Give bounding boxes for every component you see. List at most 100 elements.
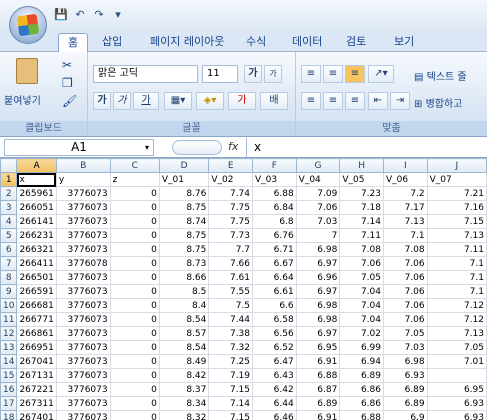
cell[interactable]: 6.91 (295, 354, 341, 369)
cell[interactable]: 6.71 (252, 242, 297, 257)
cell[interactable]: 7.14 (339, 214, 384, 229)
bold-button[interactable]: 가 (93, 92, 111, 110)
cell[interactable]: z (109, 172, 160, 187)
cell[interactable]: 7.03 (295, 214, 341, 229)
cell[interactable]: 7.13 (426, 326, 487, 341)
cell[interactable]: 0 (109, 242, 160, 257)
row-header[interactable]: 10 (0, 298, 18, 313)
align-middle-button[interactable]: ≡ (323, 65, 343, 83)
cell[interactable]: 265961 (16, 186, 57, 201)
cell[interactable]: 6.64 (252, 270, 297, 285)
cell[interactable]: 3776073 (55, 298, 111, 313)
cell[interactable]: 7.01 (426, 354, 487, 369)
row-header[interactable]: 4 (0, 214, 18, 229)
cell[interactable]: 0 (109, 284, 160, 299)
cell[interactable]: 6.96 (295, 270, 341, 285)
cell[interactable]: 6.84 (252, 200, 297, 215)
cell[interactable]: 7.44 (208, 312, 254, 327)
row-header[interactable]: 17 (0, 396, 18, 411)
cell[interactable]: 266591 (16, 284, 57, 299)
cell[interactable]: 3776073 (55, 242, 111, 257)
cell[interactable]: 6.6 (252, 298, 297, 313)
formula-input[interactable]: x (254, 140, 261, 154)
cell[interactable]: 8.66 (158, 270, 210, 285)
shrink-font-button[interactable]: 가 (264, 65, 282, 83)
cell[interactable]: 3776073 (55, 382, 111, 397)
row-header[interactable]: 2 (0, 186, 18, 201)
cell[interactable]: 0 (109, 298, 160, 313)
wrap-text-button[interactable]: ▤ 텍스트 줄 (414, 68, 487, 83)
cell[interactable]: 3776073 (55, 396, 111, 411)
align-bottom-button[interactable]: ≡ (345, 65, 365, 83)
cell[interactable]: 6.89 (295, 396, 341, 411)
cell[interactable]: 8.4 (158, 298, 210, 313)
row-header[interactable]: 12 (0, 326, 18, 341)
font-size-select[interactable]: 11 (202, 65, 238, 83)
column-header-f[interactable]: F (252, 158, 297, 173)
paste-button[interactable]: 붙여넣기 (4, 92, 41, 107)
cell[interactable]: 266051 (16, 200, 57, 215)
cell[interactable]: 6.97 (295, 326, 341, 341)
cell[interactable]: 7.1 (426, 256, 487, 271)
row-header[interactable]: 1 (0, 172, 18, 187)
font-color-button[interactable]: 가 (228, 92, 256, 110)
cell[interactable]: V_07 (426, 172, 487, 187)
cell[interactable]: 8.34 (158, 396, 210, 411)
align-center-button[interactable]: ≡ (323, 92, 343, 110)
cell[interactable]: 3776073 (55, 326, 111, 341)
cell[interactable]: 8.5 (158, 284, 210, 299)
cell[interactable]: 6.98 (295, 242, 341, 257)
tab-home[interactable]: 홈 (58, 33, 88, 52)
cell[interactable]: 7.05 (339, 270, 384, 285)
cell[interactable]: 7.12 (426, 312, 487, 327)
cell[interactable]: 6.98 (295, 312, 341, 327)
cell[interactable]: 7.18 (339, 200, 384, 215)
cell[interactable]: 266321 (16, 242, 57, 257)
cell[interactable]: 7.04 (339, 312, 384, 327)
cell[interactable]: 7.05 (426, 340, 487, 355)
row-header[interactable]: 13 (0, 340, 18, 355)
cell[interactable]: 7.15 (426, 214, 487, 229)
cell[interactable]: 6.99 (339, 340, 384, 355)
cell[interactable]: 7.06 (339, 256, 384, 271)
cell[interactable]: 266501 (16, 270, 57, 285)
decrease-indent-button[interactable]: ⇤ (368, 92, 388, 110)
cut-icon[interactable]: ✂ (62, 58, 72, 72)
cell[interactable]: 7.15 (208, 410, 254, 420)
cell[interactable]: V_05 (339, 172, 384, 187)
cell[interactable]: 266861 (16, 326, 57, 341)
cell[interactable]: V_04 (295, 172, 341, 187)
cell[interactable]: 267401 (16, 410, 57, 420)
column-header-b[interactable]: B (55, 158, 111, 173)
cell[interactable]: 6.88 (295, 368, 341, 383)
cell[interactable]: 8.37 (158, 382, 210, 397)
increase-indent-button[interactable]: ⇥ (390, 92, 410, 110)
cell[interactable]: 7.73 (208, 228, 254, 243)
cell[interactable]: 266681 (16, 298, 57, 313)
format-painter-icon[interactable]: 🖌 (62, 94, 77, 108)
cell[interactable]: V_01 (158, 172, 210, 187)
tab-view[interactable]: 보기 (394, 33, 414, 52)
column-header-h[interactable]: H (339, 158, 384, 173)
cell[interactable]: x (16, 172, 57, 187)
cell[interactable]: 6.89 (382, 396, 428, 411)
save-icon[interactable]: 💾 (54, 8, 68, 22)
customize-qat-icon[interactable]: ▾ (111, 8, 125, 22)
cell[interactable]: 6.93 (426, 396, 487, 411)
cell[interactable]: 8.42 (158, 368, 210, 383)
cell[interactable]: 7.61 (208, 270, 254, 285)
cell[interactable]: 0 (109, 200, 160, 215)
cell[interactable]: 266951 (16, 340, 57, 355)
cell[interactable]: 6.46 (252, 410, 297, 420)
cell[interactable]: 6.86 (339, 396, 384, 411)
cell[interactable]: 266231 (16, 228, 57, 243)
orientation-button[interactable]: ↗▾ (368, 65, 394, 83)
tab-review[interactable]: 검토 (346, 33, 366, 52)
column-header-c[interactable]: C (109, 158, 160, 173)
column-header-d[interactable]: D (158, 158, 210, 173)
cell[interactable]: 8.75 (158, 228, 210, 243)
cell[interactable]: 7.06 (382, 270, 428, 285)
align-right-button[interactable]: ≡ (345, 92, 365, 110)
cell[interactable]: 7.13 (382, 214, 428, 229)
cell[interactable]: 7.04 (339, 284, 384, 299)
